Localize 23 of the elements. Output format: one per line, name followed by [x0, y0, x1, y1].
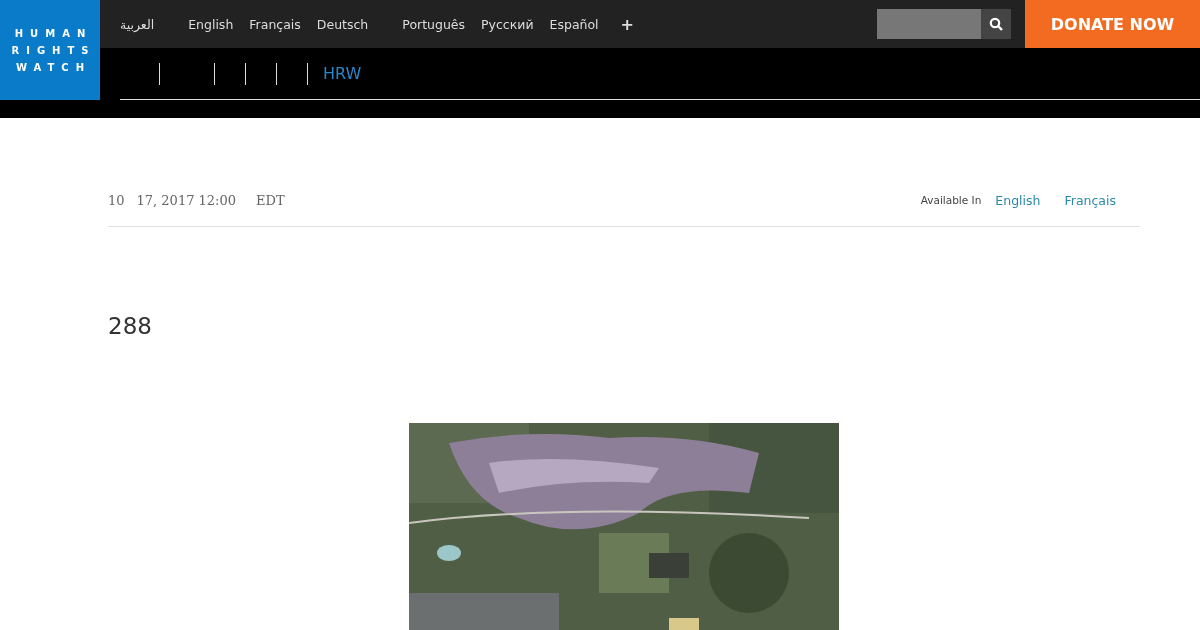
language-link[interactable]: Français	[249, 16, 301, 32]
language-link[interactable]: Русский	[481, 16, 534, 32]
language-link[interactable]: English	[188, 16, 234, 32]
language-link[interactable]: Deutsch	[316, 16, 369, 32]
logo-text: HUMAN	[14, 27, 93, 39]
date-text: 17, 2017 12:00	[136, 192, 237, 208]
article-title: 288	[108, 313, 153, 339]
language-link[interactable]: Português	[402, 16, 466, 32]
date-text: 10	[108, 192, 125, 208]
logo-text: RIGHTS	[11, 44, 96, 56]
breadcrumb-link[interactable]: HRW	[323, 64, 362, 83]
language-link[interactable]: Français	[1064, 192, 1116, 208]
logo-text: WATCH	[15, 61, 92, 73]
language-link[interactable]: Español	[549, 16, 599, 32]
date-text: EDT	[256, 192, 285, 208]
search-field[interactable]	[877, 9, 981, 39]
more-languages-link[interactable]: +	[620, 14, 634, 34]
language-link[interactable]: العربية	[120, 16, 155, 32]
search-button[interactable]	[981, 9, 1011, 39]
logo[interactable]: HUMAN RIGHTS WATCH	[0, 0, 100, 100]
available-in-label: Available In	[920, 194, 982, 206]
search-icon	[989, 17, 1003, 31]
language-link[interactable]: English	[995, 192, 1041, 208]
